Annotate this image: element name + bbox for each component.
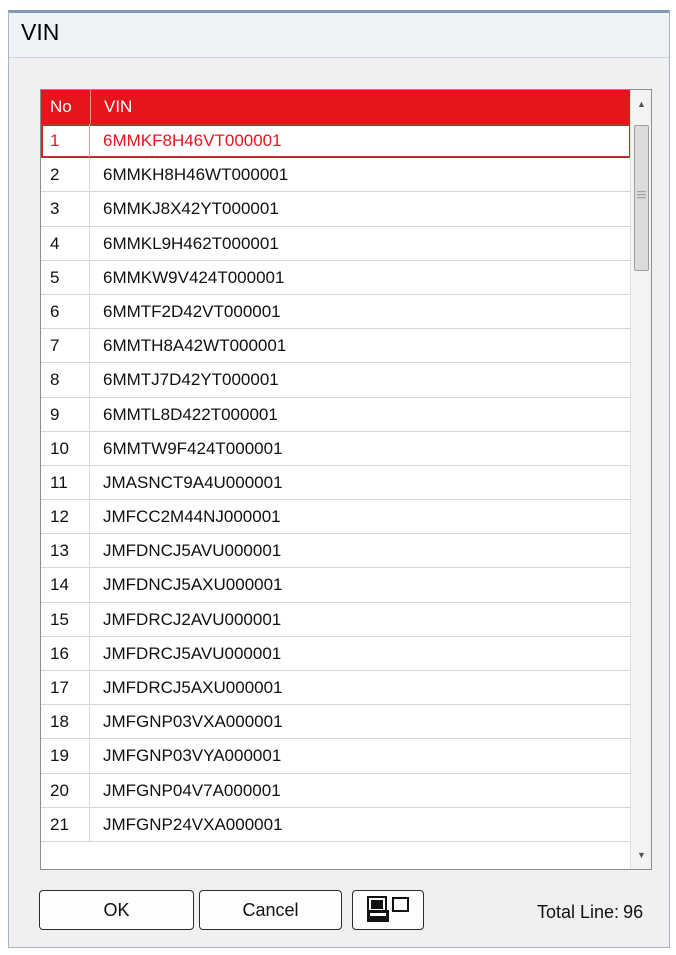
row-number: 3 [41,192,90,226]
row-number: 1 [41,124,90,158]
table-row[interactable]: 15 JMFDRCJ2AVU000001 [41,602,631,637]
table-row[interactable]: 14 JMFDNCJ5AXU000001 [41,568,631,603]
row-number: 12 [41,500,90,534]
table-row[interactable]: 1 6MMKF8H46VT000001 [41,124,631,159]
row-number: 9 [41,397,90,431]
table-row[interactable]: 16 JMFDRCJ5AVU000001 [41,636,631,671]
row-vin: JMFDNCJ5AVU000001 [103,541,282,561]
table-row[interactable]: 8 6MMTJ7D42YT000001 [41,363,631,398]
scrollbar-thumb[interactable]: — — — [634,125,649,271]
row-number: 10 [41,431,90,465]
row-vin: JMFGNP03VYA000001 [103,746,282,766]
row-vin: JMFDNCJ5AXU000001 [103,575,283,595]
row-vin: 6MMTL8D422T000001 [103,404,278,424]
table-row[interactable]: 7 6MMTH8A42WT000001 [41,329,631,364]
row-vin: JMFGNP24VXA000001 [103,814,283,834]
table-row[interactable]: 17 JMFDRCJ5AXU000001 [41,671,631,706]
row-number: 17 [41,671,90,705]
table-row[interactable]: 20 JMFGNP04V7A000001 [41,773,631,808]
row-number: 18 [41,705,90,739]
table-row[interactable]: 21 JMFGNP24VXA000001 [41,807,631,842]
row-vin: JMFDRCJ5AXU000001 [103,678,283,697]
title-bar: VIN [9,13,669,58]
scroll-down-arrow-icon[interactable]: ▼ [631,841,651,869]
row-vin: JMFGNP03VXA000001 [103,712,283,732]
row-vin: 6MMKJ8X42YT000001 [103,199,279,219]
row-number: 21 [41,807,90,841]
row-vin: 6MMKF8H46VT000001 [103,131,282,150]
row-number: 4 [41,226,90,260]
cancel-button[interactable]: Cancel [199,890,342,930]
row-number: 11 [41,465,90,500]
row-number: 14 [41,568,90,602]
print-button[interactable] [352,890,424,930]
table-row[interactable]: 10 6MMTW9F424T000001 [41,431,631,466]
vin-table: No VIN 1 6MMKF8H46VT000001 2 6MMKH8H46WT000… [41,90,631,869]
table-row[interactable]: 11 JMASNCT9A4U000001 [41,465,631,501]
table-row[interactable]: 2 6MMKH8H46WT000001 [41,158,631,193]
table-header: No VIN [41,90,631,124]
row-number: 13 [41,534,90,568]
table-row[interactable]: 6 6MMTF2D42VT000001 [41,294,631,330]
total-line-label: Total Line: [537,902,620,922]
table-row[interactable]: 19 JMFGNP03VYA000001 [41,739,631,774]
row-number: 2 [41,158,90,192]
row-vin: 6MMKH8H46WT000001 [103,165,289,185]
table-row[interactable]: 5 6MMKW9V424T000001 [41,260,631,295]
row-number: 6 [41,294,90,329]
table-row[interactable]: 18 JMFGNP03VXA000001 [41,705,631,740]
column-header-no[interactable]: No [41,90,90,124]
row-vin: JMFGNP04V7A000001 [103,780,281,800]
row-vin: 6MMTF2D42VT000001 [103,301,281,321]
row-number: 16 [41,636,90,670]
vin-list[interactable]: No VIN 1 6MMKF8H46VT000001 2 6MMKH8H46WT000… [40,89,652,870]
row-vin: JMFDRCJ2AVU000001 [103,609,282,629]
table-row[interactable]: 9 6MMTL8D422T000001 [41,397,631,432]
vertical-scrollbar[interactable]: ▲ — — — ▼ [630,90,651,869]
grip-icon: — — — [637,186,646,202]
table-row[interactable]: 13 JMFDNCJ5AVU000001 [41,534,631,569]
row-vin: 6MMKW9V424T000001 [103,267,285,287]
row-vin: 6MMTJ7D42YT000001 [103,370,279,390]
row-number: 7 [41,329,90,363]
column-header-vin[interactable]: VIN [90,90,631,124]
total-line: Total Line: 96 [537,902,643,923]
row-vin: JMFCC2M44NJ000001 [103,507,281,527]
row-vin: 6MMTW9F424T000001 [103,438,283,458]
row-number: 5 [41,260,90,294]
row-number: 8 [41,363,90,397]
table-row[interactable]: 4 6MMKL9H462T000001 [41,226,631,261]
scroll-up-arrow-icon[interactable]: ▲ [631,90,651,118]
row-vin: 6MMKL9H462T000001 [103,233,279,253]
row-vin: JMASNCT9A4U000001 [103,472,283,492]
row-number: 20 [41,773,90,807]
table-row[interactable]: 3 6MMKJ8X42YT000001 [41,192,631,227]
table-body: 1 6MMKF8H46VT000001 2 6MMKH8H46WT000001 3 6MM… [41,124,631,842]
row-vin: 6MMTH8A42WT000001 [103,336,287,356]
table-row[interactable]: 12 JMFCC2M44NJ000001 [41,500,631,535]
ok-button[interactable]: OK [39,890,194,930]
total-line-value: 96 [623,902,644,922]
row-number: 19 [41,739,90,773]
row-number: 15 [41,602,90,636]
vin-dialog: VIN No VIN 1 6MMKF8H46VT000001 2 6MMKH8H46W… [8,10,670,948]
dialog-title: VIN [21,19,60,45]
print-icon [367,896,409,922]
row-vin: JMFDRCJ5AVU000001 [103,643,282,663]
